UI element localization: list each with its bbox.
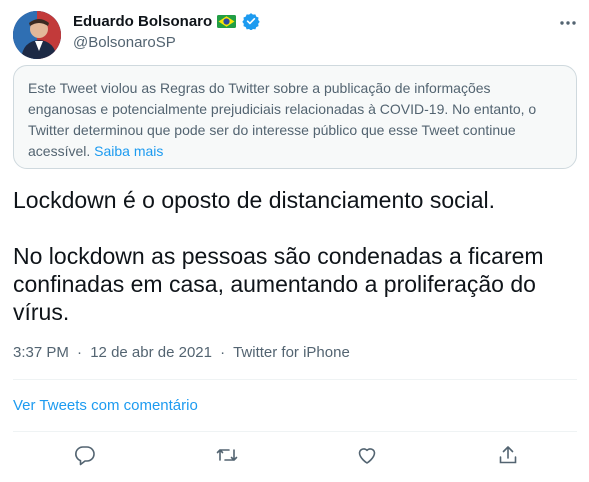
tweet-text: Lockdown é o oposto de distanciamento so… bbox=[13, 186, 573, 326]
more-options-icon[interactable] bbox=[557, 12, 579, 34]
display-name[interactable]: Eduardo Bolsonaro bbox=[73, 13, 212, 30]
share-icon[interactable] bbox=[496, 443, 520, 467]
tweet-paragraph: No lockdown as pessoas são condenadas a … bbox=[13, 243, 544, 325]
action-bar bbox=[0, 441, 589, 471]
divider bbox=[13, 379, 577, 380]
reply-icon[interactable] bbox=[73, 443, 97, 467]
avatar-image bbox=[13, 11, 61, 59]
tweet-metadata: 3:37 PM · 12 de abr de 2021 · Twitter fo… bbox=[13, 344, 350, 361]
author-name-row: Eduardo Bolsonaro bbox=[73, 11, 260, 31]
separator: · bbox=[77, 344, 83, 361]
tweet-paragraph: Lockdown é o oposto de distanciamento so… bbox=[13, 187, 496, 213]
tweet-time[interactable]: 3:37 PM bbox=[13, 344, 69, 361]
verified-badge-icon bbox=[242, 12, 260, 31]
avatar[interactable] bbox=[13, 11, 61, 59]
separator: · bbox=[220, 344, 226, 361]
tweet-source[interactable]: Twitter for iPhone bbox=[233, 344, 350, 361]
tweet-date[interactable]: 12 de abr de 2021 bbox=[90, 344, 212, 361]
like-icon[interactable] bbox=[355, 443, 379, 467]
brazil-flag-icon bbox=[217, 14, 237, 28]
quote-tweets-link[interactable]: Ver Tweets com comentário bbox=[13, 397, 198, 414]
author-handle[interactable]: @BolsonaroSP bbox=[73, 34, 176, 51]
divider bbox=[13, 431, 577, 432]
learn-more-link[interactable]: Saiba mais bbox=[94, 143, 163, 159]
retweet-icon[interactable] bbox=[215, 443, 239, 467]
policy-notice: Este Tweet violou as Regras do Twitter s… bbox=[13, 65, 577, 169]
tweet-card: Eduardo Bolsonaro @BolsonaroSP Este Twee… bbox=[0, 0, 589, 482]
